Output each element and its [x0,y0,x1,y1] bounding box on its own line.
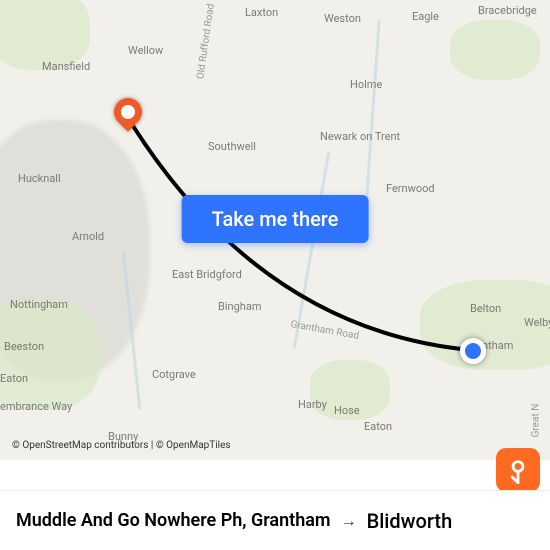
route-origin-label: Muddle And Go Nowhere Ph, Grantham [16,510,331,531]
place-label: Bingham [218,300,261,313]
map-attribution: © OpenStreetMap contributors | © OpenMap… [12,440,231,451]
attribution-openmaptiles[interactable]: © OpenMapTiles [156,440,231,451]
place-label: Weston [324,12,361,25]
origin-marker[interactable] [460,338,486,364]
place-label: Newark on Trent [320,130,400,143]
road-label: Great N [530,404,541,438]
place-label: Fernwood [386,182,435,195]
place-label: Laxton [245,6,278,19]
destination-marker[interactable] [108,92,148,132]
route-destination-label: Blidworth [367,509,453,533]
attribution-osm[interactable]: © OpenStreetMap contributors [12,440,148,451]
route-summary-bar: Muddle And Go Nowhere Ph, Grantham → Bli… [0,490,550,550]
place-label: Wellow [128,44,163,57]
place-label: East Bridgford [172,268,242,281]
arrow-icon: → [341,511,357,531]
place-label: Bracebridge [478,4,537,17]
place-label: Cotgrave [152,368,196,381]
map-canvas[interactable]: MansfieldLaxtonWestonEagleBracebridgeWel… [0,0,550,460]
place-label: Southwell [208,140,256,153]
road-label: Old Rufford Road [195,3,216,80]
take-me-there-button[interactable]: Take me there [182,195,369,243]
place-label: Eaton [364,420,392,433]
place-label: Holme [350,78,382,91]
place-label: Eagle [412,10,439,23]
moovit-logo[interactable] [496,448,540,492]
